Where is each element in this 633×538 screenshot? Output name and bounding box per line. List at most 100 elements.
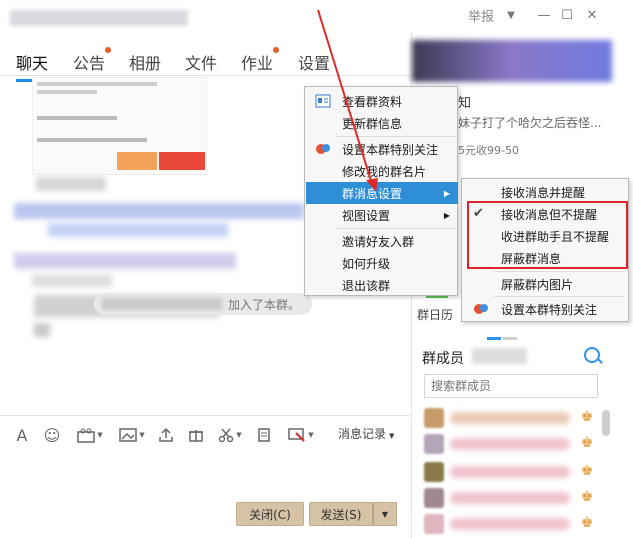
tab-homework-label: 作业 <box>241 54 274 73</box>
tab-album-label: 相册 <box>129 54 162 73</box>
image-icon[interactable]: ▼ <box>116 424 148 446</box>
notice-text[interactable]: 妹子打了个哈欠之后吞怪... <box>458 114 601 131</box>
tab-homework[interactable]: 作业 <box>241 47 280 74</box>
member-row[interactable]: ♚ <box>424 514 604 536</box>
menu-item-how-to-upgrade[interactable]: 如何升级 <box>306 252 458 274</box>
scissors-icon[interactable]: ▼ <box>214 424 246 446</box>
font-icon[interactable]: A <box>12 424 32 446</box>
system-notice-text: 加入了本群。 <box>227 297 300 312</box>
tab-announcement[interactable]: 公告 <box>73 47 112 74</box>
menu-item-label: 群消息设置 <box>342 186 403 201</box>
system-notice: 加入了本群。 <box>94 293 312 315</box>
member-row[interactable]: ♚ <box>424 408 604 430</box>
document-icon[interactable] <box>254 424 274 446</box>
highlight-box <box>467 201 628 269</box>
upload-icon[interactable] <box>156 424 176 446</box>
package-icon[interactable] <box>186 424 206 446</box>
menu-divider <box>335 228 455 229</box>
emoji-icon[interactable]: ☺ <box>42 424 62 446</box>
menu-item-invite-friends[interactable]: 邀请好友入群 <box>306 230 458 252</box>
screenshot-line <box>37 138 147 142</box>
menu-item-edit-group-card[interactable]: 修改我的群名片 <box>306 160 458 182</box>
member-row[interactable]: ♚ <box>424 434 604 456</box>
chevron-down-icon: ▼ <box>389 432 395 440</box>
avatar <box>424 462 444 482</box>
member-name <box>450 518 570 530</box>
screenshot-button <box>159 152 205 170</box>
input-toolbar: A ☺ ▼ ▼ ▼ ▼ 消息记录 ▼ <box>0 420 410 450</box>
menu-item-label: 邀请好友入群 <box>342 234 415 249</box>
menu-item-label: 如何升级 <box>342 256 391 271</box>
member-row[interactable]: ♚ <box>424 462 604 484</box>
message-log-button[interactable]: 消息记录 ▼ <box>338 425 394 442</box>
tab-files-label: 文件 <box>185 54 218 73</box>
blurred-message <box>48 223 228 237</box>
menu-item-label: 更新群信息 <box>342 116 403 131</box>
report-link[interactable]: 举报 <box>466 5 496 25</box>
input-divider <box>0 415 410 416</box>
blurred-name <box>32 275 112 287</box>
group-title <box>10 10 188 26</box>
calendar-label[interactable]: 群日历 <box>417 306 453 323</box>
members-heading: 群成员 <box>422 351 464 367</box>
pager[interactable] <box>487 329 527 354</box>
tab-album[interactable]: 相册 <box>129 50 161 74</box>
submenu-item-special-follow[interactable]: 设置本群特别关注 <box>463 298 629 320</box>
special-follow-icon <box>474 304 488 314</box>
admin-icon: ♚ <box>580 515 594 531</box>
menu-item-view-group-info[interactable]: 查看群资料 <box>306 90 458 112</box>
menu-divider <box>494 271 624 272</box>
member-row[interactable]: ♚ <box>424 488 604 510</box>
screenshot-line <box>37 82 157 86</box>
menu-item-label: 修改我的群名片 <box>342 164 427 179</box>
menu-item-exit-group[interactable]: 退出该群 <box>306 274 458 296</box>
minimize-button[interactable]: — <box>536 5 552 25</box>
submenu-item-block-images[interactable]: 屏蔽群内图片 <box>463 273 629 295</box>
close-chat-button[interactable]: 关闭(C) <box>236 502 304 526</box>
special-follow-icon <box>316 144 330 154</box>
menu-item-label: 退出该群 <box>342 278 391 293</box>
admin-icon: ♚ <box>580 463 594 479</box>
tab-chat-label: 聊天 <box>16 54 49 73</box>
menu-item-view-settings[interactable]: 视图设置 ▶ <box>306 204 458 226</box>
submenu-arrow-icon: ▶ <box>443 188 450 198</box>
admin-icon: ♚ <box>580 435 594 451</box>
submenu-item-label: 接收消息并提醒 <box>501 185 586 200</box>
menu-item-special-follow[interactable]: 设置本群特别关注 <box>306 138 458 160</box>
member-name <box>450 438 570 450</box>
send-button[interactable]: 发送(S) <box>309 502 373 526</box>
admin-icon: ♚ <box>580 489 594 505</box>
tab-settings[interactable]: 设置 <box>298 50 330 74</box>
gift-icon[interactable]: ▼ <box>72 424 108 446</box>
menu-item-label: 视图设置 <box>342 208 391 223</box>
menu-item-update-group-info[interactable]: 更新群信息 <box>306 112 458 134</box>
blurred-message <box>14 203 304 219</box>
profile-card-icon <box>315 94 331 108</box>
members-scrollbar[interactable] <box>602 410 610 436</box>
menu-item-group-message-settings[interactable]: 群消息设置 ▶ <box>306 182 458 204</box>
tab-chat[interactable]: 聊天 <box>16 50 49 82</box>
screenshot-line <box>37 90 97 94</box>
notification-dot <box>273 47 280 53</box>
admin-icon: ♚ <box>580 409 594 425</box>
send-options-chevron-icon[interactable]: ▼ <box>373 502 397 526</box>
submenu-item-label: 设置本群特别关注 <box>501 302 598 317</box>
tab-files[interactable]: 文件 <box>185 50 217 74</box>
menu-item-label: 设置本群特别关注 <box>342 142 439 157</box>
submenu-item-receive-and-notify[interactable]: 接收消息并提醒 <box>463 181 629 203</box>
search-icon[interactable] <box>584 347 600 363</box>
group-context-menu: 查看群资料 更新群信息 设置本群特别关注 修改我的群名片 群消息设置 ▶ 视图设… <box>304 86 458 296</box>
member-name <box>450 466 570 478</box>
maximize-button[interactable]: ☐ <box>559 5 575 25</box>
avatar <box>424 408 444 428</box>
member-search-input[interactable] <box>424 374 598 398</box>
tab-announcement-label: 公告 <box>73 54 106 73</box>
member-name <box>450 412 570 424</box>
blurred-name <box>102 298 222 310</box>
chevron-down-icon[interactable]: ▼ <box>503 5 519 25</box>
shared-screenshot[interactable] <box>32 77 207 175</box>
tab-settings-label: 设置 <box>298 54 331 73</box>
submenu-arrow-icon: ▶ <box>443 210 450 220</box>
close-window-button[interactable]: ✕ <box>584 5 600 25</box>
screen-record-icon[interactable]: ▼ <box>284 424 318 446</box>
